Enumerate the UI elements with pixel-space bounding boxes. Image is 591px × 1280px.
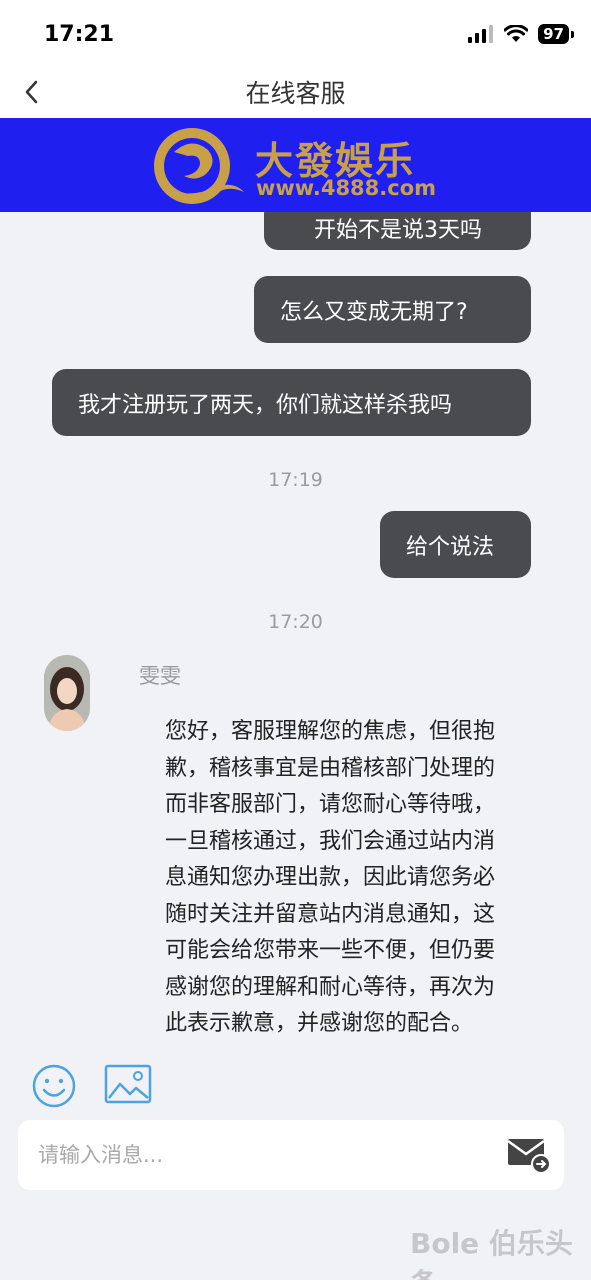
avatar-image: [44, 655, 90, 731]
brand-url: www.4888.com: [256, 176, 437, 200]
message-input[interactable]: [38, 1135, 488, 1175]
message-bubble: 怎么又变成无期了?: [254, 276, 531, 343]
send-mail-icon: [507, 1139, 551, 1174]
image-button[interactable]: [104, 1064, 152, 1108]
emoji-button[interactable]: [31, 1063, 77, 1113]
status-bar: 17:21 97: [0, 0, 591, 70]
message-bubble: 我才注册玩了两天，你们就这样杀我吗: [52, 369, 531, 436]
chat-area[interactable]: 开始不是说3天吗 怎么又变成无期了? 我才注册玩了两天，你们就这样杀我吗 17:…: [0, 212, 591, 1054]
message-text: 怎么又变成无期了?: [280, 299, 468, 325]
agent-message-bubble: 您好，客服理解您的焦虑，但很抱歉，稽核事宜是由稽核部门处理的而非客服部门，请您耐…: [139, 702, 539, 1054]
agent-message-text: 您好，客服理解您的焦虑，但很抱歉，稽核事宜是由稽核部门处理的而非客服部门，请您耐…: [165, 719, 496, 1036]
brand-banner: 大發娛乐 www.4888.com: [0, 118, 591, 212]
wifi-icon: [504, 25, 529, 42]
status-time: 17:21: [44, 22, 115, 47]
timestamp: 17:20: [268, 611, 323, 633]
agent-avatar[interactable]: [44, 655, 90, 731]
status-icons: 97: [468, 24, 574, 44]
signal-icon: [468, 25, 494, 43]
dragon-logo-icon: [154, 128, 244, 204]
message-text: 给个说法: [406, 534, 495, 560]
send-button[interactable]: [506, 1136, 552, 1178]
page-title: 在线客服: [245, 79, 346, 108]
message-input-box: [18, 1120, 564, 1190]
battery-indicator: 97: [538, 24, 574, 44]
message-bubble: 给个说法: [380, 511, 531, 578]
image-icon: [104, 1064, 152, 1104]
watermark: Bole 伯乐头条: [410, 1227, 573, 1280]
nav-bar: 在线客服: [0, 70, 591, 118]
smiley-icon: [32, 1064, 76, 1108]
message-text: 开始不是说3天吗: [314, 218, 482, 243]
message-text: 我才注册玩了两天，你们就这样杀我吗: [78, 392, 453, 418]
agent-name: 雯雯: [139, 664, 181, 688]
timestamp: 17:19: [268, 469, 323, 491]
message-bubble-partial: 开始不是说3天吗: [264, 212, 531, 250]
